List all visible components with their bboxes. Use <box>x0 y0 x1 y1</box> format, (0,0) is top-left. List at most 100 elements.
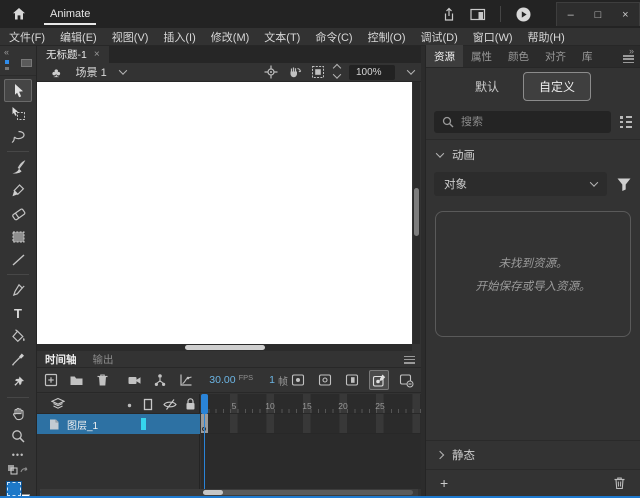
insert-frame-button[interactable] <box>342 370 362 390</box>
zoom-tool[interactable] <box>4 425 32 448</box>
delete-layer-button[interactable] <box>93 370 112 390</box>
line-tool[interactable] <box>4 248 32 271</box>
collapse-panel-icon[interactable]: « <box>4 47 9 57</box>
menu-edit[interactable]: 编辑(E) <box>60 29 97 45</box>
close-button[interactable]: × <box>612 3 639 26</box>
text-tool[interactable]: T <box>4 302 32 325</box>
zoom-dropdown-button[interactable] <box>404 69 418 75</box>
rectangle-tool[interactable] <box>4 225 32 248</box>
menu-insert[interactable]: 插入(I) <box>163 29 195 45</box>
stepper-down-icon[interactable] <box>333 70 341 78</box>
pen-tool[interactable] <box>4 279 32 302</box>
timeline-ruler[interactable]: 5 10 15 20 25 <box>201 394 421 414</box>
maximize-button[interactable]: □ <box>584 3 611 26</box>
remove-frame-button[interactable] <box>396 370 416 390</box>
share-button[interactable] <box>442 7 456 22</box>
hand-tool[interactable] <box>4 402 32 425</box>
menu-file[interactable]: 文件(F) <box>9 29 45 45</box>
main-stage-icon[interactable]: ♣ <box>52 66 61 79</box>
menu-window[interactable]: 窗口(W) <box>473 29 513 45</box>
visibility-column-icon[interactable] <box>163 398 177 411</box>
menu-help[interactable]: 帮助(H) <box>528 29 565 45</box>
eraser-tool[interactable] <box>4 202 32 225</box>
menu-commands[interactable]: 命令(C) <box>315 29 352 45</box>
layer-parenting-button[interactable] <box>151 370 170 390</box>
outline-column-icon[interactable] <box>143 398 153 411</box>
home-button[interactable] <box>12 7 26 21</box>
current-frame-value[interactable]: 1 <box>269 374 275 386</box>
tab-library[interactable]: 库 <box>574 45 601 67</box>
menu-text[interactable]: 文本(T) <box>264 29 300 45</box>
section-static[interactable]: 静态 <box>426 440 640 469</box>
lock-column-icon[interactable] <box>184 397 197 411</box>
layer-frames-row[interactable] <box>201 414 421 434</box>
eyedropper-tool[interactable] <box>4 348 32 371</box>
stage-horizontal-scrollbar-thumb[interactable] <box>185 345 265 350</box>
add-asset-button[interactable]: + <box>440 475 448 491</box>
selection-tool[interactable] <box>4 79 32 102</box>
tab-color[interactable]: 颜色 <box>500 45 537 67</box>
expand-panel-icon[interactable]: » <box>629 46 634 56</box>
minimize-button[interactable]: – <box>557 3 584 26</box>
timeline-panel-menu-icon[interactable] <box>404 356 415 364</box>
fill-color-swatch[interactable] <box>6 481 22 497</box>
insert-blank-keyframe-button[interactable] <box>315 370 335 390</box>
auto-keyframe-toggle[interactable] <box>369 370 389 390</box>
center-stage-button[interactable] <box>264 65 278 79</box>
more-tools-icon[interactable]: ••• <box>12 450 24 460</box>
menu-debug[interactable]: 调试(D) <box>421 29 458 45</box>
zoom-level-field[interactable]: 100% <box>349 65 395 80</box>
new-layer-button[interactable] <box>42 370 61 390</box>
free-transform-tool[interactable] <box>4 102 32 125</box>
timeline-scrollbar-thumb[interactable] <box>203 490 223 495</box>
search-input[interactable] <box>461 116 603 128</box>
layer-row-1[interactable]: 图层_1 <box>37 414 200 434</box>
classic-brush-tool[interactable] <box>4 179 32 202</box>
stage-vertical-scrollbar-thumb[interactable] <box>414 188 419 236</box>
search-box[interactable] <box>434 111 611 133</box>
fluid-brush-tool[interactable] <box>4 156 32 179</box>
stage-horizontal-scrollbar[interactable] <box>37 344 412 351</box>
delete-asset-trash-icon[interactable] <box>613 476 626 490</box>
layer-depth-button[interactable] <box>177 370 196 390</box>
test-movie-button[interactable] <box>515 6 532 23</box>
new-folder-button[interactable] <box>68 370 87 390</box>
document-tab-close-icon[interactable]: × <box>94 49 100 60</box>
stage-canvas[interactable] <box>37 82 412 344</box>
object-dropdown[interactable]: 对象 <box>434 172 607 196</box>
highlight-column-icon[interactable] <box>127 403 132 408</box>
timeline-horizontal-scrollbar[interactable] <box>40 489 418 496</box>
add-camera-button[interactable] <box>126 370 145 390</box>
zoom-stepper[interactable] <box>334 65 340 79</box>
paint-bucket-tool[interactable] <box>4 325 32 348</box>
menu-control[interactable]: 控制(O) <box>368 29 406 45</box>
tab-properties[interactable]: 属性 <box>463 45 500 67</box>
lasso-tool[interactable] <box>4 125 32 148</box>
edit-toolbar-grip-icon[interactable] <box>21 59 32 67</box>
rotation-tool-button[interactable] <box>287 65 302 79</box>
layers-stack-icon[interactable] <box>51 397 65 411</box>
filter-icon[interactable] <box>616 177 632 192</box>
list-view-icon[interactable] <box>620 116 632 128</box>
layer-outline-color-swatch[interactable] <box>141 418 146 430</box>
current-frame-control[interactable]: 1 帧 <box>269 373 288 388</box>
swap-colors-control[interactable] <box>7 464 29 476</box>
device-preview-button[interactable] <box>470 8 486 21</box>
document-tab[interactable]: 无标题-1 × <box>37 46 109 63</box>
section-animation[interactable]: 动画 <box>426 140 640 169</box>
playhead[interactable] <box>201 394 208 414</box>
tab-output[interactable]: 输出 <box>85 352 122 367</box>
frame-rate-control[interactable]: 30.00 FPS <box>209 374 253 386</box>
layer-name[interactable]: 图层_1 <box>67 417 98 432</box>
frames-area[interactable]: 5 10 15 20 25 <box>201 394 421 489</box>
fps-value[interactable]: 30.00 <box>209 374 235 386</box>
menu-view[interactable]: 视图(V) <box>112 29 149 45</box>
section-chevron-down-icon[interactable] <box>436 149 444 157</box>
tab-align[interactable]: 对齐 <box>537 45 574 67</box>
clip-content-button[interactable] <box>311 65 325 79</box>
section-chevron-right-icon[interactable] <box>436 451 444 459</box>
stage-vertical-scrollbar[interactable] <box>413 82 420 344</box>
panel-menu-icon[interactable] <box>623 55 634 63</box>
scene-chevron-down-icon[interactable] <box>118 66 126 74</box>
asset-warp-tool[interactable] <box>4 371 32 394</box>
